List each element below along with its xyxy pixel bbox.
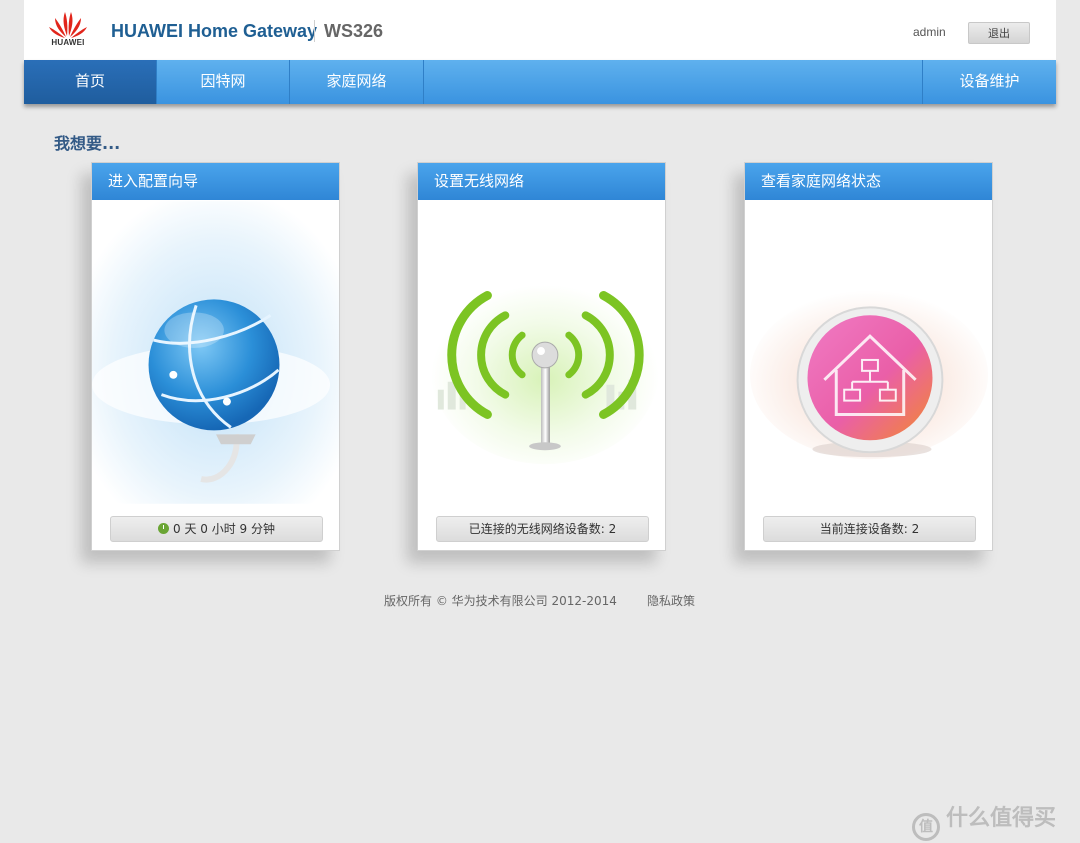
copyright-text: 版权所有 © 华为技术有限公司 2012-2014 [384, 594, 617, 608]
section-title: 我想要... [54, 134, 121, 153]
model-name: WS326 [324, 21, 384, 41]
card-setup-wizard[interactable]: 进入配置向导 0 天 0 小时 9 分钟 [91, 162, 340, 551]
watermark: 值什么值得买 [912, 800, 1056, 841]
main-nav: 首页 因特网 家庭网络 设备维护 [24, 60, 1056, 104]
nav-internet[interactable]: 因特网 [157, 60, 290, 104]
globe-icon [92, 201, 339, 504]
card-title[interactable]: 查看家庭网络状态 [745, 163, 992, 200]
nav-maintenance[interactable]: 设备维护 [922, 60, 1056, 104]
uptime-text: 0 天 0 小时 9 分钟 [173, 522, 275, 536]
logout-button[interactable]: 退出 [968, 22, 1030, 44]
card-wireless-settings[interactable]: 设置无线网络 已连接的无线网络设备数: 2 [417, 162, 666, 551]
nav-home[interactable]: 首页 [24, 60, 157, 104]
uptime-status: 0 天 0 小时 9 分钟 [110, 516, 323, 542]
header: HUAWEI HUAWEI Home Gateway WS326 admin 退… [24, 0, 1056, 60]
username: admin [913, 25, 946, 39]
wireless-devices-status: 已连接的无线网络设备数: 2 [436, 516, 649, 542]
clock-icon [158, 523, 169, 534]
home-network-icon [745, 201, 992, 504]
brand-title: HUAWEI Home Gateway [111, 21, 318, 41]
card-title[interactable]: 进入配置向导 [92, 163, 339, 200]
nav-home-network[interactable]: 家庭网络 [290, 60, 424, 104]
wifi-antenna-icon [418, 201, 665, 504]
watermark-icon: 值 [912, 813, 940, 841]
privacy-policy-link[interactable]: 隐私政策 [647, 592, 695, 609]
watermark-text: 什么值得买 [946, 806, 1057, 831]
card-title[interactable]: 设置无线网络 [418, 163, 665, 200]
header-divider [314, 20, 315, 42]
connected-devices-status: 当前连接设备数: 2 [763, 516, 976, 542]
card-home-network-status[interactable]: 查看家庭网络状态 当前连接设备数: 2 [744, 162, 993, 551]
logo-text: HUAWEI [51, 38, 85, 47]
